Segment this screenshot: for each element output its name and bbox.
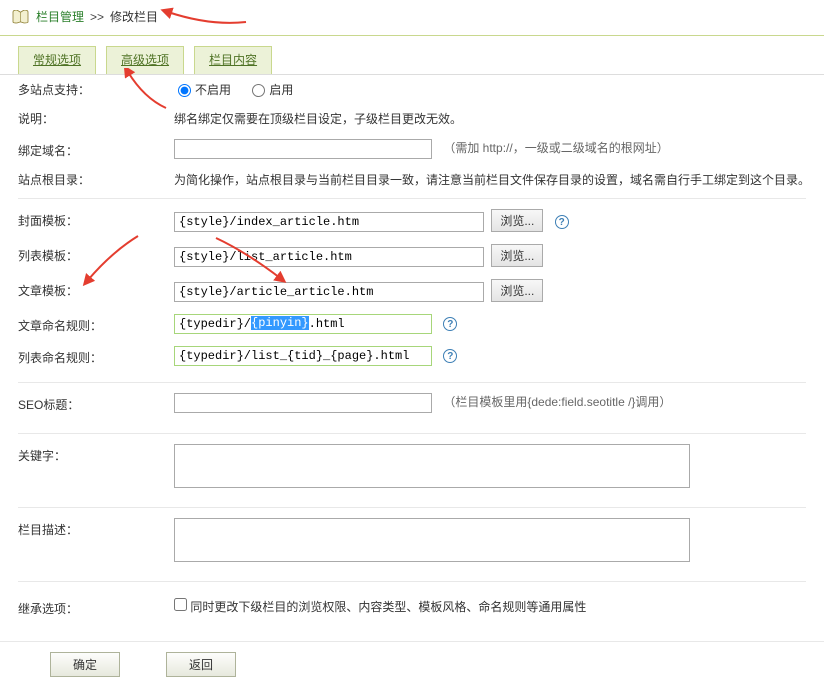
rule-article-input[interactable]: [174, 314, 432, 334]
label-inherit: 继承选项：: [0, 586, 164, 623]
ok-button[interactable]: 确定: [50, 652, 120, 677]
label-rule-list: 列表命名规则：: [0, 340, 164, 372]
inherit-checkbox[interactable]: [174, 598, 187, 611]
tpl-cover-input[interactable]: [174, 212, 484, 232]
label-keywords: 关键字：: [0, 438, 164, 497]
label-site-root: 站点根目录：: [0, 165, 164, 194]
label-multisite: 多站点支持：: [0, 75, 164, 104]
label-description: 栏目描述：: [0, 512, 164, 571]
crumb-sep: >>: [90, 10, 104, 24]
label-tpl-cover: 封面模板：: [0, 203, 164, 238]
tpl-article-input[interactable]: [174, 282, 484, 302]
label-tpl-list: 列表模板：: [0, 238, 164, 273]
back-button[interactable]: 返回: [166, 652, 236, 677]
help-icon[interactable]: ?: [555, 215, 569, 229]
crumb-root-link[interactable]: 栏目管理: [36, 8, 84, 25]
bottom-bar: 确定 返回: [0, 641, 824, 687]
label-seo-title: SEO标题：: [0, 387, 164, 419]
keywords-input[interactable]: [174, 444, 690, 488]
label-rule-article: 文章命名规则：: [0, 308, 164, 340]
bind-domain-hint: （需加 http://，一级或二级域名的根网址）: [443, 141, 668, 155]
radio-enable-label[interactable]: 启用: [248, 83, 293, 97]
tab-general[interactable]: 常规选项: [18, 46, 96, 74]
tpl-list-input[interactable]: [174, 247, 484, 267]
seo-title-input[interactable]: [174, 393, 432, 413]
explain-text: 绑名绑定仅需要在顶级栏目设定，子级栏目更改无效。: [164, 104, 824, 133]
description-input[interactable]: [174, 518, 690, 562]
help-icon[interactable]: ?: [443, 349, 457, 363]
tab-advanced[interactable]: 高级选项: [106, 46, 184, 74]
seo-hint: （栏目模板里用{dede:field.seotitle /}调用）: [443, 395, 671, 409]
radio-disable[interactable]: [178, 84, 191, 97]
bind-domain-input[interactable]: [174, 139, 432, 159]
crumb-current: 修改栏目: [110, 8, 158, 25]
radio-enable[interactable]: [252, 84, 265, 97]
book-icon: [12, 10, 30, 24]
rule-list-input[interactable]: [174, 346, 432, 366]
advanced-form: 多站点支持： 不启用 启用 说明： 绑名绑定仅需要在顶级栏目设定，子级栏目更改无…: [0, 75, 824, 194]
browse-list-button[interactable]: 浏览...: [491, 244, 543, 267]
help-icon[interactable]: ?: [443, 317, 457, 331]
label-tpl-article: 文章模板：: [0, 273, 164, 308]
browse-article-button[interactable]: 浏览...: [491, 279, 543, 302]
label-explain: 说明：: [0, 104, 164, 133]
inherit-text: 同时更改下级栏目的浏览权限、内容类型、模板风格、命名规则等通用属性: [190, 600, 586, 614]
breadcrumb: 栏目管理 >> 修改栏目: [0, 0, 824, 36]
label-bind-domain: 绑定域名：: [0, 133, 164, 165]
tabs: 常规选项 高级选项 栏目内容: [0, 36, 824, 75]
radio-disable-label[interactable]: 不启用: [174, 83, 231, 97]
tab-content[interactable]: 栏目内容: [194, 46, 272, 74]
site-root-text: 为简化操作，站点根目录与当前栏目目录一致，请注意当前栏目文件保存目录的设置，域名…: [164, 165, 824, 194]
browse-cover-button[interactable]: 浏览...: [491, 209, 543, 232]
